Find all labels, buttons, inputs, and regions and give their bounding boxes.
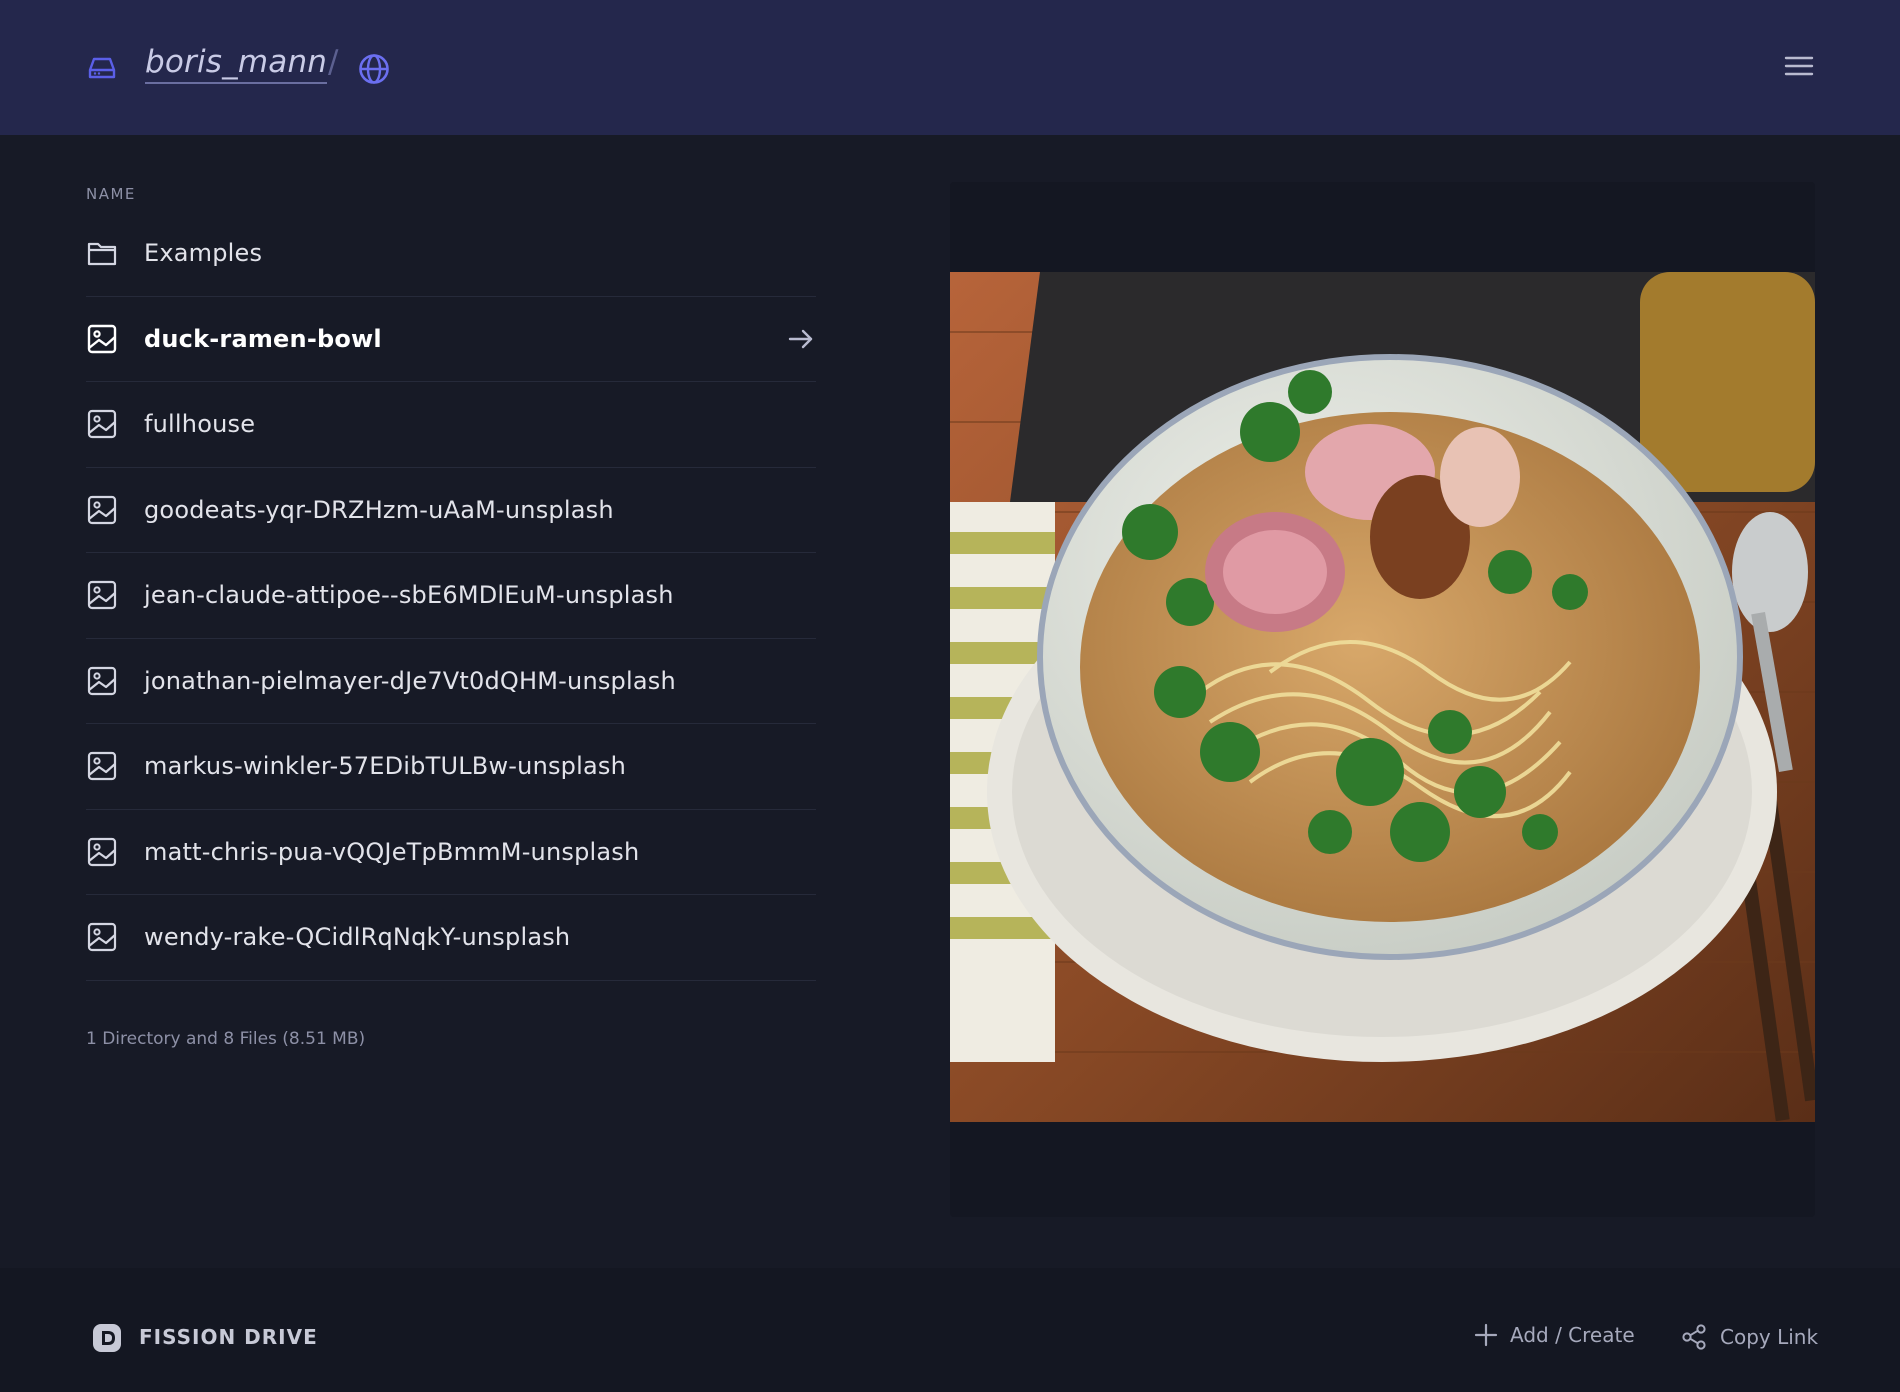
file-list: Examples duck-ramen-bowl fullhouse goode…	[86, 211, 816, 981]
list-item[interactable]: matt-chris-pua-vQQJeTpBmmM-unsplash	[86, 810, 816, 895]
file-name: matt-chris-pua-vQQJeTpBmmM-unsplash	[144, 837, 640, 866]
arrow-right-icon[interactable]	[786, 324, 816, 354]
file-name: goodeats-yqr-DRZHzm-uAaM-unsplash	[144, 495, 614, 524]
listing-summary: 1 Directory and 8 Files (8.51 MB)	[86, 1029, 366, 1049]
file-name: duck-ramen-bowl	[144, 324, 382, 353]
file-name: jonathan-pielmayer-dJe7Vt0dQHM-unsplash	[144, 666, 676, 695]
copy-link-button[interactable]: Copy Link	[1680, 1323, 1818, 1351]
file-name: markus-winkler-57EDibTULBw-unsplash	[144, 752, 627, 781]
list-item[interactable]: jean-claude-attipoe--sbE6MDlEuM-unsplash	[86, 553, 816, 639]
share-icon	[1682, 1324, 1706, 1350]
list-item-selected[interactable]: duck-ramen-bowl	[86, 297, 816, 382]
image-file-icon	[87, 324, 117, 353]
add-create-button[interactable]: Add / Create	[1474, 1323, 1635, 1347]
list-item[interactable]: wendy-rake-QCidlRqNqkY-unsplash	[86, 895, 816, 981]
top-bar: boris_mann /	[0, 0, 1900, 135]
hard-drive-icon[interactable]	[86, 52, 118, 84]
hamburger-menu-icon[interactable]	[1784, 52, 1814, 80]
file-name: wendy-rake-QCidlRqNqkY-unsplash	[144, 923, 571, 952]
preview-panel	[950, 182, 1815, 1217]
image-file-icon	[87, 923, 117, 952]
fission-logo-icon	[93, 1324, 121, 1352]
list-item[interactable]: fullhouse	[86, 382, 816, 468]
copy-link-label: Copy Link	[1720, 1325, 1819, 1349]
image-preview	[950, 272, 1815, 1122]
list-item[interactable]: jonathan-pielmayer-dJe7Vt0dQHM-unsplash	[86, 639, 816, 724]
image-file-icon	[87, 752, 117, 781]
plus-icon	[1474, 1323, 1498, 1347]
file-name: fullhouse	[144, 410, 256, 439]
file-name: jean-claude-attipoe--sbE6MDlEuM-unsplash	[144, 581, 674, 610]
footer-bar: FISSION DRIVE Add / Create Copy Link	[0, 1268, 1900, 1392]
list-item-folder[interactable]: Examples	[86, 211, 816, 297]
file-name: Examples	[144, 239, 263, 268]
list-item[interactable]: markus-winkler-57EDibTULBw-unsplash	[86, 724, 816, 810]
breadcrumb-username[interactable]: boris_mann	[145, 44, 328, 84]
image-file-icon	[87, 495, 117, 524]
name-column-header[interactable]: NAME	[86, 185, 136, 203]
image-file-icon	[87, 410, 117, 439]
add-create-label: Add / Create	[1510, 1323, 1635, 1347]
ramen-photo-illustration	[950, 272, 1815, 1122]
list-item[interactable]: goodeats-yqr-DRZHzm-uAaM-unsplash	[86, 468, 816, 553]
globe-icon[interactable]	[357, 52, 391, 86]
image-file-icon	[87, 666, 117, 695]
image-file-icon	[87, 581, 117, 610]
image-file-icon	[87, 837, 117, 866]
brand-name: FISSION DRIVE	[139, 1325, 318, 1349]
breadcrumb-separator: /	[328, 44, 339, 80]
folder-icon	[87, 243, 117, 266]
